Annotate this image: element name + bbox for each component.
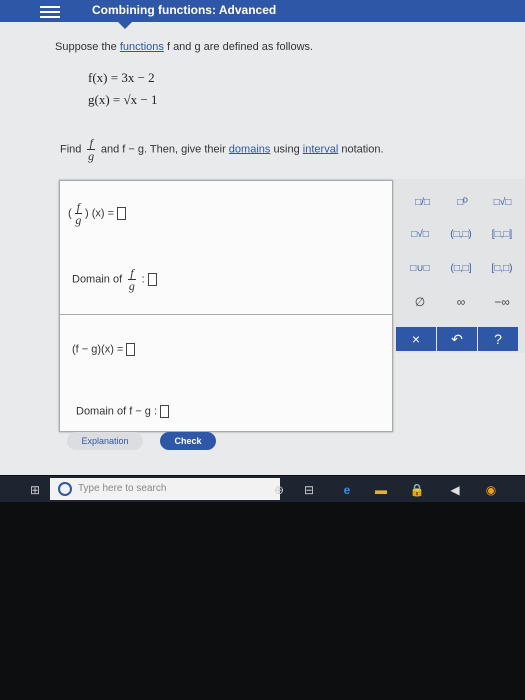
- half-open-right-key[interactable]: (□,□]: [442, 255, 480, 281]
- half-open-left-key[interactable]: [□,□): [483, 255, 521, 281]
- domain-fg-row: Domain of fg :: [72, 267, 157, 292]
- equation-g: g(x) = √x − 1: [88, 92, 158, 107]
- closed-interval-key[interactable]: [□,□]: [483, 221, 521, 247]
- mic-icon[interactable]: ⊕: [272, 483, 286, 497]
- cortana-icon: [58, 482, 72, 496]
- fraction-f-over-g: fg: [87, 136, 95, 163]
- clear-icon[interactable]: ×: [395, 326, 437, 352]
- page-title: Combining functions: Advanced: [92, 3, 277, 17]
- mail-icon[interactable]: ◀: [448, 483, 462, 497]
- fg-answer-input[interactable]: [117, 207, 127, 220]
- explanation-button[interactable]: Explanation: [67, 432, 143, 450]
- fmg-answer-input[interactable]: [126, 343, 136, 356]
- sqrt-key[interactable]: □√□: [485, 187, 520, 217]
- windows-start-icon[interactable]: ⊞: [28, 483, 42, 497]
- store-icon[interactable]: 🔒: [410, 483, 425, 497]
- problem-intro: Suppose the functions f and g are define…: [55, 41, 314, 53]
- chevron-down-icon[interactable]: [118, 22, 132, 29]
- fmg-row: (f − g)(x) =: [72, 343, 136, 356]
- fg-row: (f g) (x) =: [68, 201, 127, 226]
- task-view-icon[interactable]: ⊟: [302, 483, 316, 497]
- empty-set-key[interactable]: ∅: [401, 289, 439, 315]
- taskbar-search-box[interactable]: Type here to search: [50, 478, 280, 500]
- union-key[interactable]: □∪□: [401, 255, 439, 281]
- fraction-key[interactable]: □/□: [405, 187, 440, 217]
- nth-root-key[interactable]: □√□: [401, 221, 439, 247]
- equation-f: f(x) = 3x − 2: [88, 70, 155, 85]
- hamburger-menu-icon[interactable]: [40, 3, 60, 18]
- folder-icon[interactable]: ▬: [374, 483, 388, 497]
- domain-fmg-row: Domain of f − g :: [76, 405, 170, 418]
- chrome-icon[interactable]: ◉: [484, 483, 498, 497]
- undo-icon[interactable]: ↶: [436, 326, 478, 352]
- domain-fmg-input[interactable]: [160, 405, 170, 418]
- divider: [60, 314, 392, 315]
- functions-link[interactable]: functions: [120, 41, 164, 53]
- domain-fg-input[interactable]: [147, 273, 157, 286]
- edge-icon[interactable]: e: [340, 483, 354, 497]
- search-placeholder: Type here to search: [78, 483, 167, 494]
- open-interval-key[interactable]: (□,□): [442, 221, 480, 247]
- help-icon[interactable]: ?: [477, 326, 519, 352]
- infinity-key[interactable]: ∞: [442, 289, 480, 315]
- top-bar: Combining functions: Advanced: [0, 0, 525, 22]
- check-button[interactable]: Check: [160, 432, 216, 450]
- browser-screen: Combining functions: Advanced Suppose th…: [0, 0, 525, 475]
- superscript-key[interactable]: □ᴰ: [445, 187, 480, 217]
- answer-panel: (f g) (x) = Domain of fg : (f − g)(x) = D…: [59, 180, 393, 432]
- find-instruction: Find fg and f − g. Then, give their doma…: [60, 136, 384, 163]
- neg-infinity-key[interactable]: −∞: [483, 289, 521, 315]
- domains-link[interactable]: domains: [229, 143, 271, 155]
- interval-link[interactable]: interval: [303, 143, 338, 155]
